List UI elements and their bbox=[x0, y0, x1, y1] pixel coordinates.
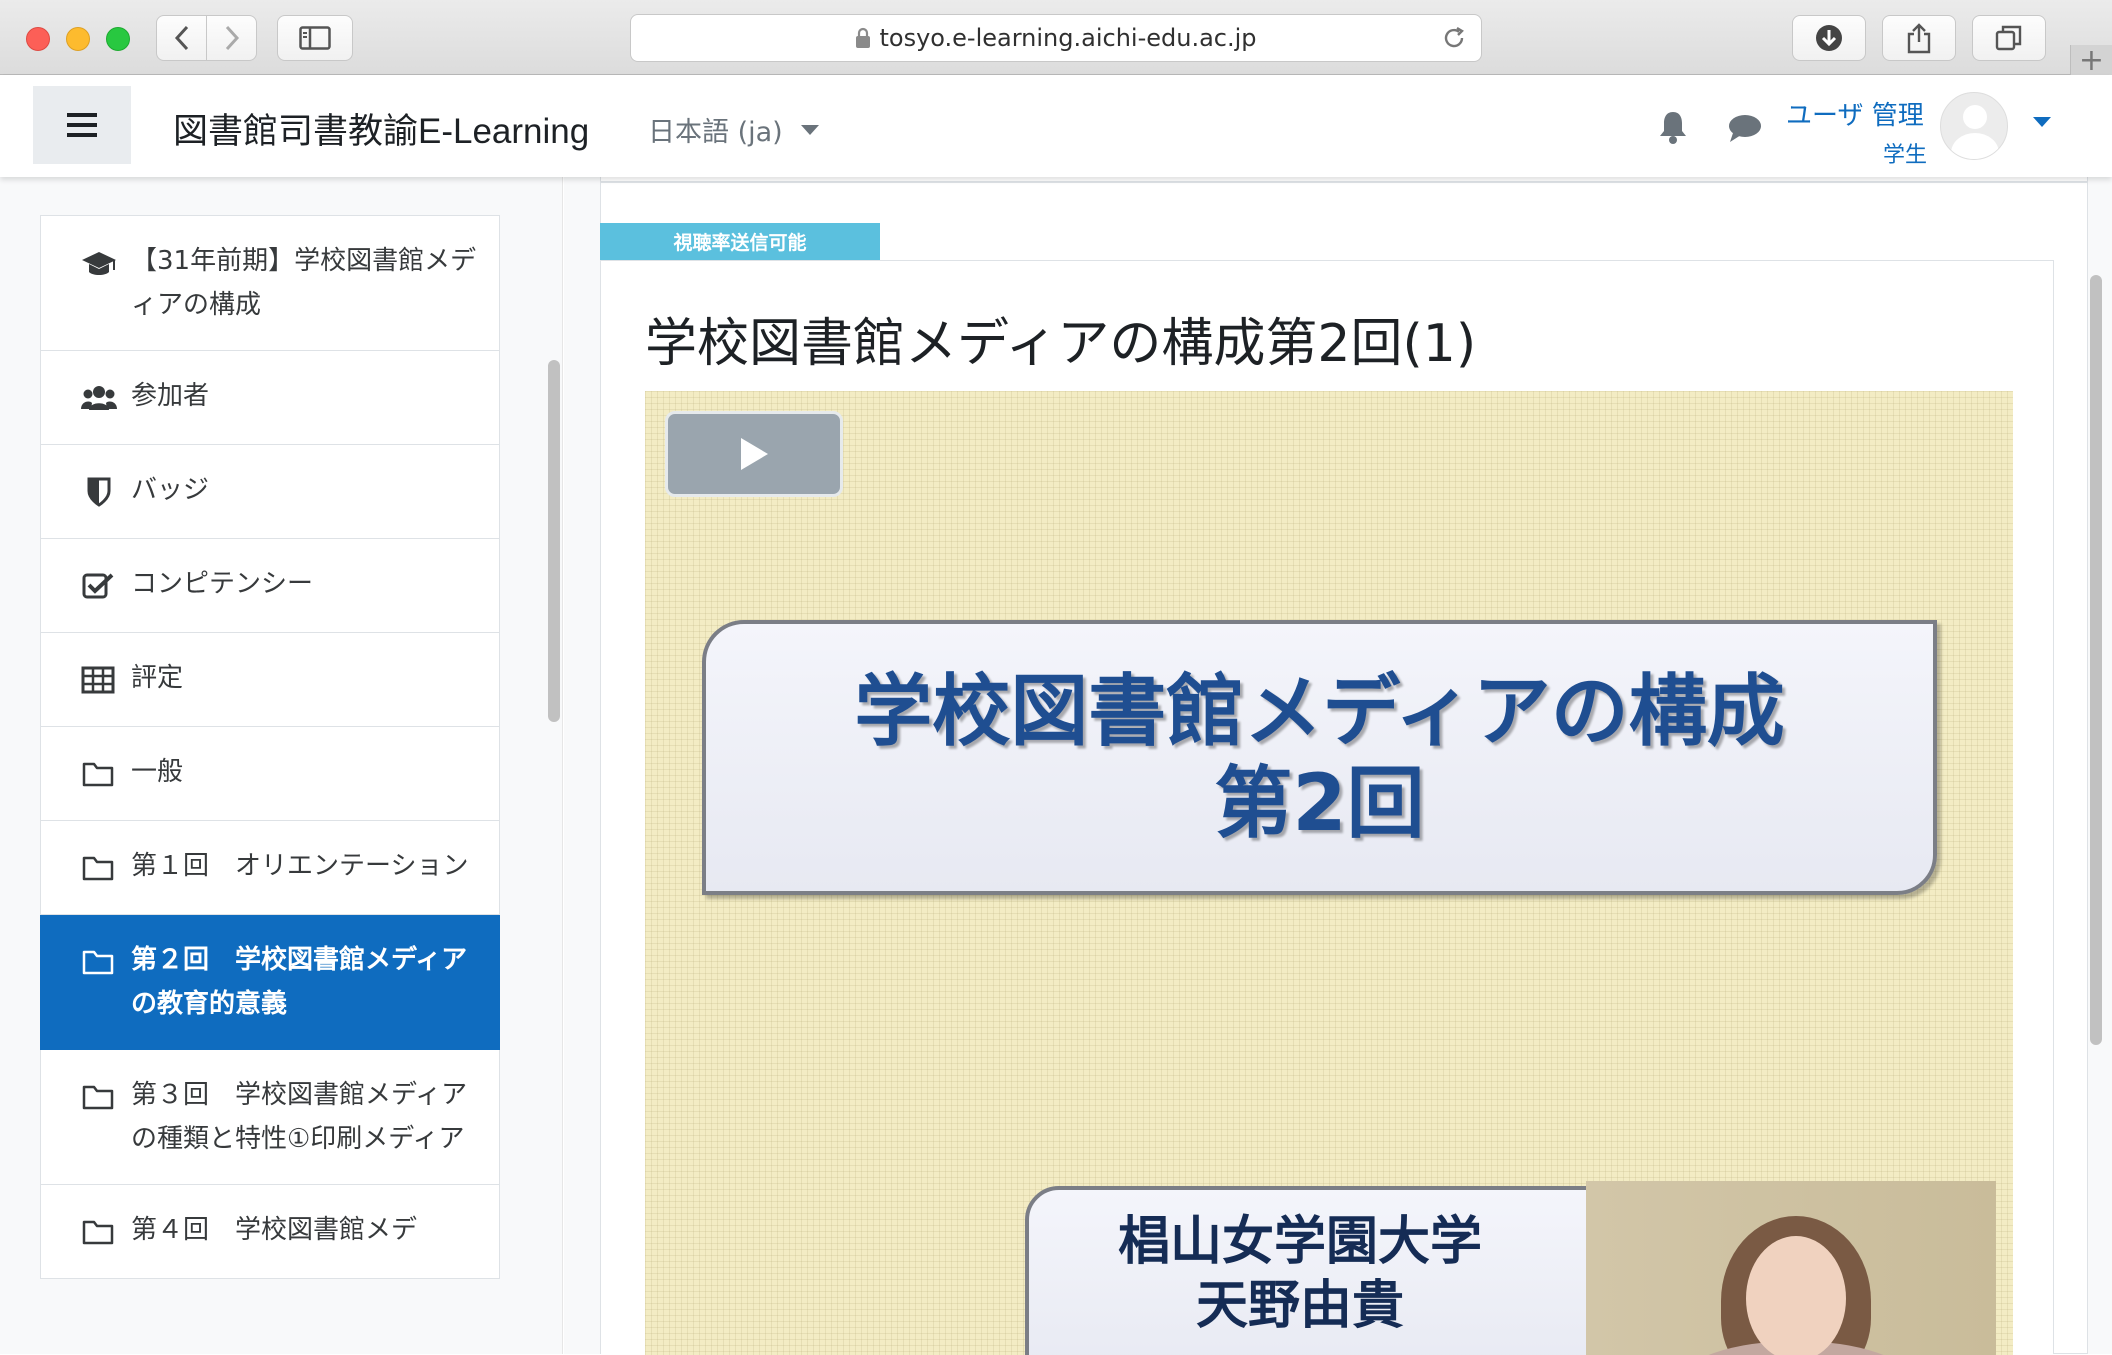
nav-item-label: バッジ bbox=[131, 475, 210, 505]
folder-icon bbox=[82, 950, 114, 975]
chevron-left-icon bbox=[174, 25, 188, 51]
nav-item-week-3[interactable]: 第３回 学校図書館メディアの種類と特性①印刷メディア bbox=[40, 1050, 500, 1185]
page-scrollbar[interactable] bbox=[2090, 275, 2102, 1045]
user-avatar[interactable] bbox=[1940, 92, 2008, 160]
minimize-window-button[interactable] bbox=[66, 27, 90, 51]
drawer-scrollbar[interactable] bbox=[548, 360, 560, 722]
status-badge: 視聴率送信可能 bbox=[600, 223, 880, 260]
avatar-body bbox=[1951, 133, 1999, 159]
slide-title-box: 学校図書館メディアの構成 第2回 bbox=[702, 620, 1937, 895]
close-window-button[interactable] bbox=[26, 27, 50, 51]
nav-item-badges[interactable]: バッジ bbox=[40, 445, 500, 539]
nav-item-label: 評定 bbox=[131, 663, 184, 693]
back-button[interactable] bbox=[156, 15, 207, 61]
share-icon bbox=[1907, 23, 1931, 54]
address-bar[interactable]: tosyo.e-learning.aichi-edu.ac.jp bbox=[630, 14, 1482, 62]
tabs-overview-button[interactable] bbox=[1972, 15, 2046, 61]
nav-item-week-1[interactable]: 第１回 オリエンテーション bbox=[40, 821, 500, 915]
nav-item-general[interactable]: 一般 bbox=[40, 727, 500, 821]
folder-icon bbox=[82, 1085, 114, 1110]
language-menu[interactable]: 日本語 (ja) bbox=[648, 110, 819, 149]
nav-item-label: 第４回 学校図書館メデ bbox=[131, 1215, 418, 1245]
folder-icon bbox=[82, 762, 114, 787]
folder-icon bbox=[82, 1220, 114, 1245]
downloads-button[interactable] bbox=[1792, 15, 1866, 61]
notifications-button[interactable] bbox=[1656, 109, 1690, 149]
presenter-affiliation: 椙山女学園大学 bbox=[1117, 1212, 1482, 1272]
nav-item-label: 第２回 学校図書館メディアの教育的意義 bbox=[131, 945, 468, 1019]
lock-icon bbox=[856, 27, 871, 48]
presenter-face bbox=[1746, 1236, 1846, 1355]
nav-item-grades[interactable]: 評定 bbox=[40, 633, 500, 727]
chat-bubble-icon bbox=[1729, 115, 1761, 142]
presenter-name: 天野由貴 bbox=[1195, 1276, 1404, 1336]
user-role: 学生 bbox=[1883, 143, 1928, 168]
nav-item-label: 第１回 オリエンテーション bbox=[131, 851, 469, 881]
new-tab-button[interactable]: + bbox=[2070, 42, 2112, 78]
drawer-toggle-button[interactable] bbox=[33, 86, 131, 164]
language-label: 日本語 (ja) bbox=[648, 117, 783, 148]
slide-title-line1: 学校図書館メディアの構成 bbox=[854, 666, 1785, 757]
slide-title-line2: 第2回 bbox=[1214, 758, 1425, 849]
video-activity-box: 学校図書館メディアの構成第2回(1) 学校図書館メディアの構成 第2回 椙山女学… bbox=[600, 260, 2054, 1355]
plus-icon: + bbox=[2078, 42, 2105, 78]
nav-item-label: 第３回 学校図書館メディアの種類と特性①印刷メディア bbox=[131, 1080, 468, 1154]
sidebar-toggle-button[interactable] bbox=[277, 15, 353, 61]
chevron-right-icon bbox=[225, 25, 239, 51]
page-title: 学校図書館メディアの構成第2回(1) bbox=[645, 314, 1477, 374]
sidebar-icon bbox=[299, 26, 331, 50]
messages-button[interactable] bbox=[1727, 113, 1763, 147]
nav-item-label: 参加者 bbox=[131, 381, 210, 411]
nav-drawer: 【31年前期】学校図書館メディアの構成 参加者 バッジ コンピテンシー 評定 一… bbox=[0, 177, 563, 1354]
nav-item-label: コンピテンシー bbox=[131, 569, 314, 599]
video-player[interactable]: 学校図書館メディアの構成 第2回 椙山女学園大学 天野由貴 bbox=[645, 391, 2013, 1355]
presenter-camera-inset bbox=[1586, 1181, 1996, 1355]
main-region: 視聴率送信可能 学校図書館メディアの構成第2回(1) 学校図書館メディアの構成 … bbox=[564, 177, 2112, 1355]
browser-toolbar: tosyo.e-learning.aichi-edu.ac.jp + bbox=[0, 0, 2112, 78]
nav-item-label: 【31年前期】学校図書館メディアの構成 bbox=[131, 246, 477, 320]
table-icon bbox=[81, 666, 115, 694]
divider bbox=[600, 181, 2088, 183]
forward-button[interactable] bbox=[206, 15, 257, 61]
zoom-window-button[interactable] bbox=[106, 27, 130, 51]
nav-item-course-home[interactable]: 【31年前期】学校図書館メディアの構成 bbox=[40, 215, 500, 351]
play-button[interactable] bbox=[665, 411, 843, 497]
nav-item-label: 一般 bbox=[131, 757, 184, 787]
hamburger-icon bbox=[67, 113, 97, 137]
site-navbar: 図書館司書教諭E-Learning 日本語 (ja) ユーザ 管理 学生 bbox=[0, 75, 2112, 177]
shield-icon bbox=[87, 477, 111, 507]
presenter-box: 椙山女学園大学 天野由貴 bbox=[1025, 1186, 1665, 1355]
bell-icon bbox=[1660, 112, 1686, 144]
nav-item-competencies[interactable]: コンピテンシー bbox=[40, 539, 500, 633]
checkbox-icon bbox=[82, 573, 114, 599]
graduation-cap-icon bbox=[82, 252, 116, 275]
site-name-link[interactable]: 図書館司書教諭E-Learning bbox=[173, 103, 589, 154]
user-menu-caret-icon[interactable] bbox=[2033, 117, 2051, 127]
reload-icon[interactable] bbox=[1441, 25, 1467, 51]
folder-icon bbox=[82, 856, 114, 881]
caret-down-icon bbox=[800, 124, 819, 135]
user-name[interactable]: ユーザ 管理 bbox=[1786, 95, 1924, 132]
course-nav-list: 【31年前期】学校図書館メディアの構成 参加者 バッジ コンピテンシー 評定 一… bbox=[40, 215, 500, 1279]
users-icon bbox=[81, 386, 117, 410]
nav-item-participants[interactable]: 参加者 bbox=[40, 351, 500, 445]
url-text: tosyo.e-learning.aichi-edu.ac.jp bbox=[879, 24, 1257, 52]
tabs-icon bbox=[1995, 25, 2022, 51]
share-button[interactable] bbox=[1882, 15, 1956, 61]
nav-item-week-4[interactable]: 第４回 学校図書館メデ bbox=[40, 1185, 500, 1279]
avatar-head bbox=[1963, 105, 1987, 129]
nav-item-week-2[interactable]: 第２回 学校図書館メディアの教育的意義 bbox=[40, 915, 500, 1050]
play-icon bbox=[741, 438, 768, 470]
download-icon bbox=[1816, 25, 1842, 51]
